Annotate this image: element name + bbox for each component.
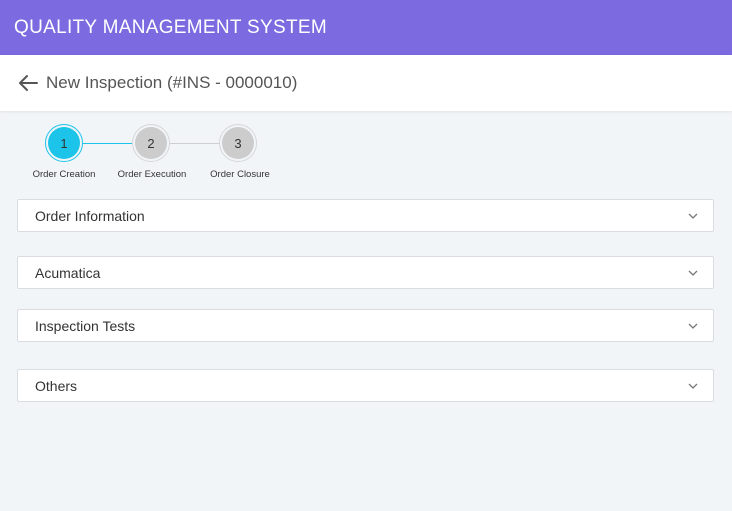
page-title: New Inspection (#INS - 0000010) [46,73,298,92]
step-connector [83,143,133,144]
section-others[interactable]: Others [17,369,714,402]
progress-stepper: 1 2 3 Order Creation Order Execution Ord… [0,124,300,184]
step-1[interactable]: 1 [45,124,83,162]
arrow-left-icon[interactable] [16,71,40,95]
step-number: 1 [60,135,68,151]
chevron-down-icon [687,380,699,392]
app-title: QUALITY MANAGEMENT SYSTEM [14,16,327,38]
section-order-information[interactable]: Order Information [17,199,714,232]
step-label: Order Creation [32,169,96,180]
step-connector [170,143,220,144]
chevron-down-icon [687,210,699,222]
step-number: 2 [147,135,155,151]
section-label: Inspection Tests [35,317,136,334]
step-label: Order Closure [210,169,270,180]
chevron-down-icon [687,320,699,332]
step-3[interactable]: 3 [219,124,257,162]
section-inspection-tests[interactable]: Inspection Tests [17,309,714,342]
step-label: Order Execution [117,169,187,180]
step-number: 3 [234,135,242,151]
step-2[interactable]: 2 [132,124,170,162]
app-title-bar: QUALITY MANAGEMENT SYSTEM [0,0,732,55]
chevron-down-icon [687,267,699,279]
section-acumatica[interactable]: Acumatica [17,256,714,289]
section-label: Order Information [35,207,145,224]
section-label: Acumatica [35,264,101,281]
section-label: Others [35,377,78,394]
page-header: New Inspection (#INS - 0000010) [0,55,732,111]
